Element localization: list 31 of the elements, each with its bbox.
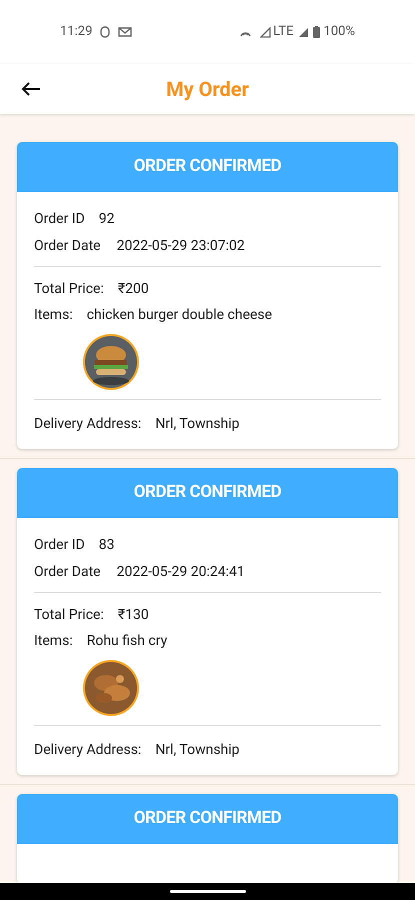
field-label: Items: — [34, 632, 73, 651]
field-label: Delivery Address: — [34, 741, 142, 760]
network-type: LTE — [273, 23, 294, 42]
field-label: Order Date — [34, 237, 101, 256]
order-date: 2022-05-29 20:24:41 — [116, 563, 245, 582]
order-id: 92 — [98, 210, 115, 229]
order-id: 83 — [98, 536, 115, 555]
order-date: 2022-05-29 23:07:02 — [116, 237, 245, 256]
order-status: ORDER CONFIRMED — [17, 142, 398, 192]
total-price: ₹200 — [118, 280, 149, 299]
status-time: 11:29 — [60, 23, 92, 42]
mail-icon — [118, 27, 132, 37]
order-status: ORDER CONFIRMED — [17, 794, 398, 844]
field-label: Order ID — [34, 536, 85, 555]
signal-icon — [260, 26, 272, 38]
delivery-address: Nrl, Township — [155, 415, 240, 434]
battery-level: 100% — [324, 23, 355, 42]
field-label: Items: — [34, 306, 73, 325]
field-label: Total Price: — [34, 606, 104, 625]
field-label: Delivery Address: — [34, 415, 142, 434]
order-items: Rohu fish cry — [86, 632, 168, 651]
field-label: Total Price: — [34, 280, 104, 299]
order-items: chicken burger double cheese — [86, 306, 272, 325]
signal-icon — [298, 26, 309, 38]
page-title: My Order — [166, 76, 249, 103]
total-price: ₹130 — [118, 606, 149, 625]
field-label: Order ID — [34, 210, 85, 229]
battery-icon — [312, 26, 320, 38]
field-label: Order Date — [34, 563, 101, 582]
order-status: ORDER CONFIRMED — [17, 468, 398, 518]
delivery-address: Nrl, Township — [155, 741, 240, 760]
